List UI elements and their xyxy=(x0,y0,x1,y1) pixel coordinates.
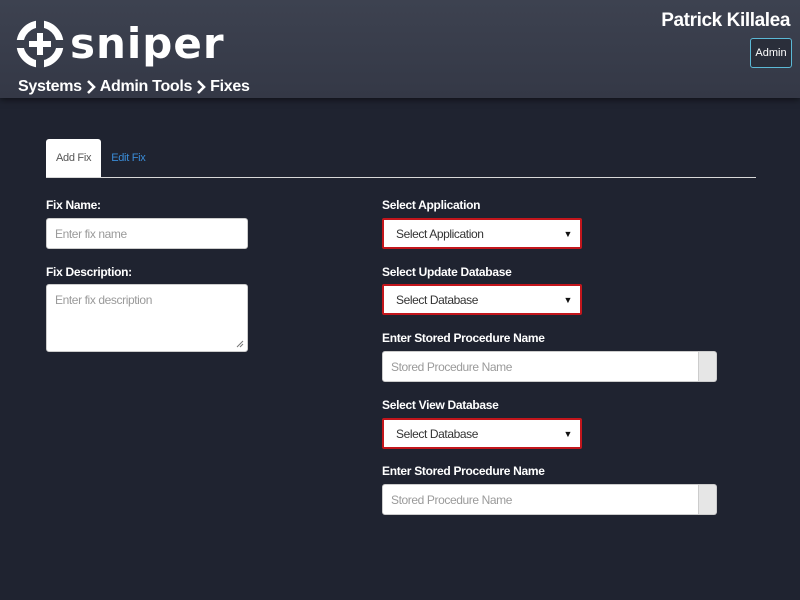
breadcrumb: Systems Admin Tools Fixes xyxy=(18,78,250,96)
application-select[interactable]: Select Application ▼ xyxy=(382,218,582,249)
application-select-value: Select Application xyxy=(396,226,484,241)
fix-description-label: Fix Description: xyxy=(46,265,132,279)
update-stored-procedure-input[interactable] xyxy=(382,351,699,382)
view-database-select-value: Select Database xyxy=(396,426,479,441)
user-name: Patrick Killalea xyxy=(661,10,790,31)
sniper-crosshair-logo-icon xyxy=(16,20,64,68)
fix-tabs: Add Fix Edit Fix xyxy=(46,139,756,178)
update-database-select[interactable]: Select Database ▼ xyxy=(382,284,582,315)
update-stored-procedure-addon[interactable] xyxy=(699,351,717,382)
breadcrumb-item-fixes: Fixes xyxy=(210,78,250,95)
view-stored-procedure-input[interactable] xyxy=(382,484,699,515)
caret-down-icon: ▼ xyxy=(563,428,572,439)
fix-description-textarea[interactable] xyxy=(46,284,248,352)
admin-button[interactable]: Admin xyxy=(750,38,792,68)
tab-add-fix[interactable]: Add Fix xyxy=(46,139,102,177)
view-stored-procedure-addon[interactable] xyxy=(699,484,717,515)
resize-grip-icon[interactable] xyxy=(236,340,244,348)
select-view-database-label: Select View Database xyxy=(382,398,499,412)
update-stored-procedure-label: Enter Stored Procedure Name xyxy=(382,331,545,345)
caret-down-icon: ▼ xyxy=(563,294,572,305)
view-database-select[interactable]: Select Database ▼ xyxy=(382,418,582,449)
breadcrumb-item-admin-tools[interactable]: Admin Tools xyxy=(100,78,193,96)
view-stored-procedure-label: Enter Stored Procedure Name xyxy=(382,464,545,478)
caret-down-icon: ▼ xyxy=(563,228,572,239)
fix-name-input[interactable] xyxy=(46,218,248,249)
fix-name-label: Fix Name: xyxy=(46,198,101,212)
chevron-right-icon xyxy=(86,80,96,94)
chevron-right-icon xyxy=(197,80,206,94)
tab-edit-fix[interactable]: Edit Fix xyxy=(101,139,155,177)
update-database-select-value: Select Database xyxy=(396,292,479,307)
logo-text: sniper xyxy=(70,19,225,68)
breadcrumb-item-systems[interactable]: Systems xyxy=(18,78,82,96)
select-application-label: Select Application xyxy=(382,198,481,212)
logo[interactable]: sniper xyxy=(16,16,225,72)
app-header: sniper Systems Admin Tools Fixes Patrick… xyxy=(0,0,800,98)
select-update-database-label: Select Update Database xyxy=(382,265,512,279)
